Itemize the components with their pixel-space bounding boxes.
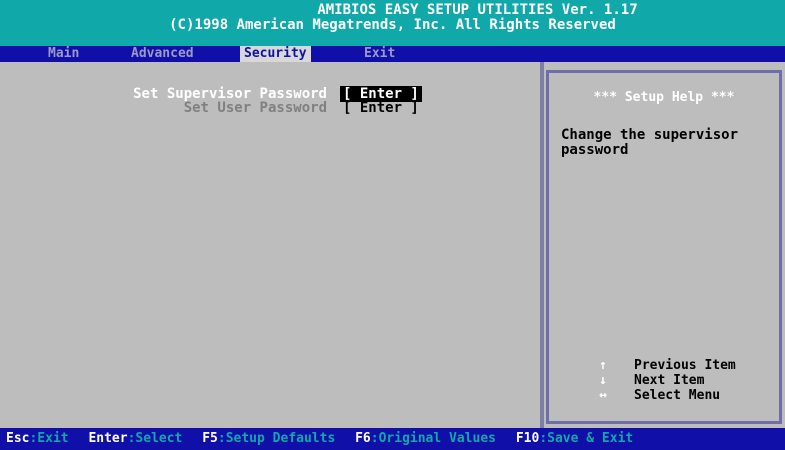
tab-main[interactable]: Main (44, 46, 83, 62)
header-title: AMIBIOS EASY SETUP UTILITIES Ver. 1.17 (317, 2, 638, 18)
key-select-menu: ↔ Select Menu (594, 388, 784, 403)
key-label-next: Next Item (634, 373, 705, 388)
key-next-item: ↓ Next Item (594, 373, 784, 388)
help-title: *** Setup Help *** (593, 90, 735, 105)
footer-enter: Enter:Select (88, 431, 183, 446)
tab-advanced[interactable]: Advanced (127, 46, 198, 62)
footer-esc: Esc:Exit (6, 431, 69, 446)
key-previous-item: ↑ Previous Item (594, 358, 784, 373)
key-label-select: Select Menu (634, 388, 721, 403)
menu-bar: Main Advanced Security Exit (0, 46, 785, 62)
status-bar: Esc:Exit Enter:Select F5:Setup Defaults … (0, 428, 785, 450)
user-password-label: Set User Password (183, 100, 327, 116)
settings-panel: Set Supervisor Password [ Enter ] Set Us… (0, 62, 785, 428)
user-password-value[interactable]: [ Enter ] (343, 100, 419, 116)
footer-f6: F6:Original Values (355, 431, 496, 446)
setup-help-box: *** Setup Help *** Change the supervisor… (546, 70, 782, 424)
footer-f10: F10:Save & Exit (515, 431, 634, 446)
tab-exit[interactable]: Exit (360, 46, 399, 62)
key-label-previous: Previous Item (634, 358, 736, 373)
bios-header: AMIBIOS EASY SETUP UTILITIES Ver. 1.17 (… (0, 0, 785, 46)
header-copyright: (C)1998 American Megatrends, Inc. All Ri… (169, 17, 616, 33)
footer-f5: F5:Setup Defaults (202, 431, 336, 446)
help-text: Change the supervisor password (561, 127, 739, 158)
left-right-arrow-icon: ↔ (599, 388, 607, 403)
tab-security[interactable]: Security (240, 46, 311, 62)
down-arrow-icon: ↓ (599, 373, 607, 388)
up-arrow-icon: ↑ (599, 358, 607, 373)
panel-divider (540, 62, 544, 428)
